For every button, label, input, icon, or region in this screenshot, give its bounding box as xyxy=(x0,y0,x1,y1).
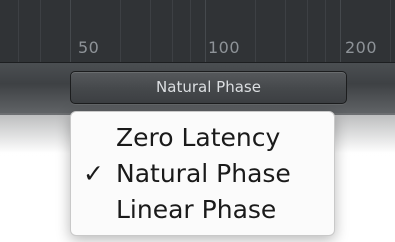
frequency-grid: 50 100 200 xyxy=(0,0,395,63)
grid-line xyxy=(205,0,206,62)
grid-line xyxy=(325,0,326,62)
grid-line xyxy=(172,0,173,62)
freq-label-200: 200 xyxy=(345,38,378,57)
menu-item-zero-latency[interactable]: Zero Latency xyxy=(71,120,334,156)
grid-line xyxy=(340,0,341,62)
checkmark-icon: ✓ xyxy=(83,159,104,188)
phase-mode-button[interactable]: Natural Phase xyxy=(70,71,347,104)
menu-item-label: Linear Phase xyxy=(116,195,277,224)
freq-label-50: 50 xyxy=(78,38,100,57)
grid-line xyxy=(18,0,19,62)
menu-item-label: Natural Phase xyxy=(116,159,291,188)
grid-line xyxy=(150,0,151,62)
grid-line xyxy=(255,0,256,62)
phase-mode-menu: Zero Latency ✓ Natural Phase Linear Phas… xyxy=(70,111,335,236)
grid-line xyxy=(190,0,191,62)
menu-item-linear-phase[interactable]: Linear Phase xyxy=(71,192,334,228)
freq-label-100: 100 xyxy=(208,38,241,57)
grid-line xyxy=(40,0,41,62)
menu-item-label: Zero Latency xyxy=(116,123,281,152)
grid-line xyxy=(120,0,121,62)
grid-line xyxy=(70,0,71,62)
eq-plugin-view: 50 100 200 Natural Phase Zero Latency ✓ … xyxy=(0,0,395,242)
grid-line xyxy=(307,0,308,62)
menu-item-natural-phase[interactable]: ✓ Natural Phase xyxy=(71,156,334,192)
grid-line xyxy=(390,0,391,62)
grid-line xyxy=(285,0,286,62)
